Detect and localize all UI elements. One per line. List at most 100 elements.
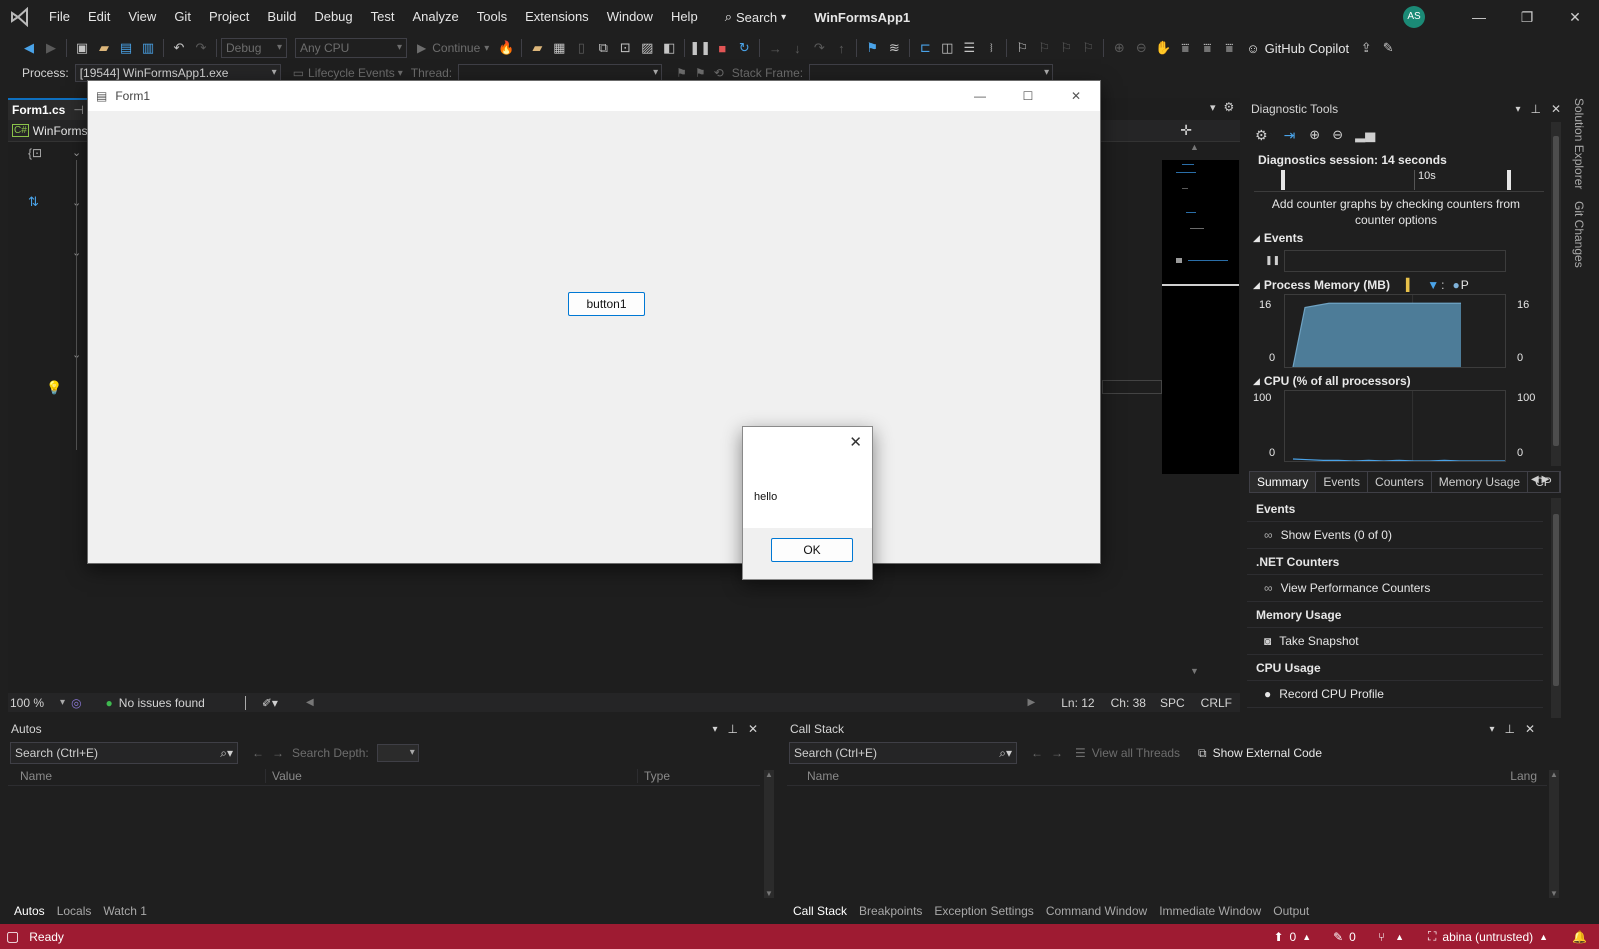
commit-up-icon[interactable]: ⬆	[1273, 930, 1283, 944]
tab-solution-explorer[interactable]: Solution Explorer	[1572, 98, 1586, 189]
chart-icon[interactable]: ▂▅	[1355, 127, 1375, 143]
tab-immediate-window[interactable]: Immediate Window	[1153, 900, 1267, 922]
step-into-icon[interactable]: ↓	[786, 37, 808, 59]
column-name[interactable]: Name	[807, 769, 1510, 783]
export-icon[interactable]: ⇥	[1284, 127, 1296, 144]
pin-icon[interactable]: ⊥	[1530, 102, 1540, 116]
threads-icon[interactable]: ≋	[883, 37, 905, 59]
menu-test[interactable]: Test	[362, 0, 404, 34]
menu-edit[interactable]: Edit	[79, 0, 119, 34]
zoom-out-icon[interactable]: ⊖	[1332, 127, 1343, 143]
brush-icon[interactable]: ✐▾	[262, 696, 278, 710]
chevron-down-icon[interactable]: ▾	[1210, 101, 1216, 114]
bookmark-icon[interactable]: ⚐	[1011, 37, 1033, 59]
back-icon[interactable]: ◀	[18, 37, 40, 59]
record-cpu-profile-button[interactable]: ● Record CPU Profile	[1247, 681, 1543, 708]
continue-button[interactable]: ▶ Continue ▾	[417, 41, 489, 55]
tab-exception-settings[interactable]: Exception Settings	[928, 900, 1039, 922]
camera-icon[interactable]: ⊡	[614, 37, 636, 59]
callstack-search-input[interactable]: Search (Ctrl+E) ⌕▾	[789, 742, 1017, 764]
tab-summary[interactable]: Summary	[1250, 472, 1317, 492]
menu-analyze[interactable]: Analyze	[403, 0, 467, 34]
autos-search-input[interactable]: Search (Ctrl+E) ⌕▾	[10, 742, 238, 764]
column-name[interactable]: Name	[20, 768, 266, 783]
show-events-link[interactable]: ∞ Show Events (0 of 0)	[1247, 522, 1543, 549]
memory-chart[interactable]	[1284, 294, 1506, 368]
next-bookmark-icon[interactable]: ⚐	[1055, 37, 1077, 59]
diagnostics-scrollbar[interactable]	[1551, 122, 1561, 466]
tab-locals[interactable]: Locals	[51, 900, 98, 922]
pencil-icon[interactable]: ✎	[1333, 930, 1343, 944]
minimap-viewport[interactable]	[1162, 284, 1239, 286]
tab-memory-usage[interactable]: Memory Usage	[1432, 472, 1529, 492]
close-icon[interactable]: ✕	[1551, 102, 1561, 116]
minimap[interactable]	[1162, 160, 1239, 474]
tab-form1-cs[interactable]: Form1.cs ⊣	[8, 98, 92, 120]
gear-icon[interactable]: ⚙	[1224, 100, 1235, 114]
step-out-icon[interactable]: ↑	[830, 37, 852, 59]
vs-logo-icon[interactable]	[0, 0, 40, 34]
zoom-in-icon[interactable]: ⊕	[1309, 127, 1320, 143]
close-button[interactable]: ✕	[1052, 89, 1100, 103]
window-layout-icon[interactable]: ▦	[548, 37, 570, 59]
events-section[interactable]: ◢ Events	[1253, 231, 1303, 245]
chevron-up-icon[interactable]: ▲	[1302, 932, 1311, 942]
notification-bell-icon[interactable]: 🔔	[1572, 930, 1587, 944]
menu-extensions[interactable]: Extensions	[516, 0, 598, 34]
diagnostics-icon[interactable]: ◫	[936, 37, 958, 59]
ok-button[interactable]: OK	[771, 538, 853, 562]
new-project-icon[interactable]: ▣	[71, 37, 93, 59]
output-window-icon[interactable]: ▢	[6, 928, 19, 945]
close-icon[interactable]: ✕	[748, 722, 758, 736]
line-number[interactable]: Ln: 12	[1061, 696, 1094, 710]
attach-icon[interactable]: ⧉	[592, 37, 614, 59]
view-performance-counters-link[interactable]: ∞ View Performance Counters	[1247, 575, 1543, 602]
tab-command-window[interactable]: Command Window	[1040, 900, 1153, 922]
open-file-icon[interactable]: ▰	[93, 37, 115, 59]
tab-autos[interactable]: Autos	[8, 900, 51, 922]
forward-arrow-icon[interactable]: →	[1051, 746, 1063, 760]
prev-bookmark-icon[interactable]: ⚐	[1033, 37, 1055, 59]
stop-icon[interactable]: ■	[711, 37, 733, 59]
scroll-up-icon[interactable]: ▲	[765, 770, 773, 779]
search-icon[interactable]: ⌕▾	[999, 743, 1012, 763]
cpu-section[interactable]: ◢ CPU (% of all processors)	[1253, 374, 1411, 388]
scroll-right-icon[interactable]: ▶	[1028, 697, 1036, 708]
timeline-handle-left[interactable]	[1281, 170, 1285, 190]
back-arrow-icon[interactable]: ←	[1031, 746, 1043, 760]
filter-icon[interactable]: ⚑	[695, 66, 706, 80]
redo-icon[interactable]: ↷	[190, 37, 212, 59]
menu-help[interactable]: Help	[662, 0, 707, 34]
zoom-in-icon[interactable]: ⊕	[1108, 37, 1130, 59]
gear-icon[interactable]: ⚙	[1255, 127, 1268, 144]
menu-debug[interactable]: Debug	[305, 0, 361, 34]
repo-name[interactable]: abina (untrusted)	[1442, 930, 1533, 944]
save-icon[interactable]: ▤	[115, 37, 137, 59]
minimize-button[interactable]: —	[1455, 0, 1503, 34]
codelens-icon[interactable]: {⊡	[28, 146, 42, 160]
column-number[interactable]: Ch: 38	[1111, 696, 1146, 710]
commit-count[interactable]: 0	[1290, 930, 1297, 944]
chevron-down-icon[interactable]: ▾	[60, 697, 65, 708]
codelens-blue-icon[interactable]: ⇅	[28, 194, 39, 210]
pending-changes-count[interactable]: 0	[1349, 930, 1356, 944]
pause-icon[interactable]: ❚❚	[1265, 255, 1280, 266]
column-value[interactable]: Value	[272, 768, 638, 783]
menu-window[interactable]: Window	[598, 0, 662, 34]
more-icon[interactable]: ⩸	[1218, 37, 1240, 59]
show-next-statement-icon[interactable]: →	[764, 37, 786, 59]
collapse-icon[interactable]: ⌄	[72, 146, 81, 159]
menu-file[interactable]: File	[40, 0, 79, 34]
tab-output[interactable]: Output	[1267, 900, 1315, 922]
timeline-ruler[interactable]: 10s	[1254, 170, 1544, 192]
avatar[interactable]: AS	[1403, 6, 1425, 28]
flag-icon[interactable]: ⚑	[676, 66, 687, 80]
share-icon[interactable]: ⇪	[1355, 37, 1377, 59]
copilot-status-icon[interactable]: ◎	[71, 696, 81, 710]
menu-build[interactable]: Build	[258, 0, 305, 34]
timeline-handle-right[interactable]	[1507, 170, 1511, 190]
search-icon[interactable]: ⌕▾	[220, 743, 233, 763]
search-button[interactable]: ⌕ Search ▾	[725, 9, 787, 25]
lifecycle-events-button[interactable]: ▭ Lifecycle Events ▾	[293, 66, 403, 80]
distribute-icon[interactable]: ⩸	[1196, 37, 1218, 59]
